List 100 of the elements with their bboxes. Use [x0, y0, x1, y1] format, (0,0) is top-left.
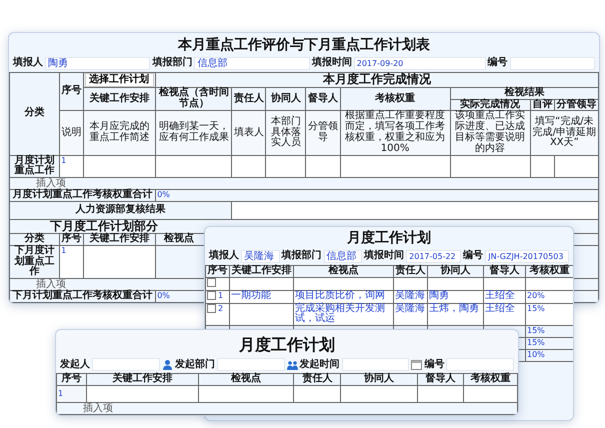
note-text: 填写“完成/未完成/申请延期XX天” [530, 110, 598, 156]
input-field[interactable]: 2017-05-22 [406, 250, 462, 263]
column-header: 检视点 [198, 374, 294, 386]
input-field[interactable] [232, 155, 266, 178]
column-header: 分类 [10, 72, 60, 156]
input-field[interactable] [554, 155, 598, 178]
column-header: 考核权重 [464, 374, 518, 386]
field-label: 填报时间 [364, 250, 404, 262]
table-cell: 项目比质比价，询网 [295, 290, 385, 301]
input-field[interactable] [306, 155, 340, 178]
section-title: 下月度工作计划部分 [50, 218, 158, 233]
input-field[interactable]: JN-GZJH-20170503 [485, 250, 569, 263]
column-header: 协同人 [266, 87, 306, 111]
column-header: 考核权重 [340, 87, 450, 111]
note-text: 本部门具体落实人员 [266, 110, 306, 156]
input-field[interactable] [464, 385, 518, 402]
column-header: 自评 [530, 99, 554, 111]
section-title: 本月度工作完成情况 [156, 72, 598, 88]
insert-link[interactable]: 插入项 [83, 402, 113, 414]
column-header: 检视点（含时间节点） [156, 87, 232, 111]
input-field[interactable] [266, 155, 306, 178]
table-cell: 15% [527, 338, 545, 347]
column-header: 序号 [60, 233, 84, 246]
table-cell: 王炜，陶勇 [429, 302, 479, 314]
column-header: 序号 [206, 265, 230, 278]
field-label: 编号 [463, 250, 484, 262]
table-cell: 15% [527, 326, 545, 336]
input-field[interactable] [450, 155, 530, 178]
input-field[interactable] [340, 155, 450, 178]
note-text: 本月应完成的重点工作简述 [84, 110, 156, 156]
group-icon[interactable] [286, 359, 298, 370]
input-field[interactable] [530, 155, 554, 178]
column-header: 督导人 [306, 87, 340, 111]
field-label: 填报部门 [152, 57, 192, 70]
table-cell: 王绍全 [485, 302, 515, 314]
field-label: 填报人 [209, 250, 239, 262]
field-label: 填报时间 [312, 57, 352, 70]
total-value: 0% [157, 190, 170, 200]
input-field[interactable]: 信息部 [194, 56, 310, 70]
note-text: 明确到某一天，应有何工作成果 [156, 110, 232, 156]
input-field[interactable] [294, 385, 341, 402]
row-label: 月度计划重点工作 [10, 155, 60, 178]
input-field[interactable] [232, 201, 598, 220]
total-value: 0% [157, 291, 170, 300]
column-header: 责任人 [394, 265, 428, 278]
column-header: 考核权重 [526, 265, 573, 278]
input-field[interactable]: 吴隆海 [241, 250, 280, 263]
form-title: 本月重点工作评价与下月重点工作计划表 [176, 36, 431, 55]
insert-link[interactable]: 插入项 [36, 279, 66, 290]
input-field[interactable] [84, 245, 156, 279]
select-plan-button[interactable]: 选择工作计划 [85, 72, 154, 87]
column-header: 检视点 [294, 265, 394, 278]
field-label: 发起人 [60, 358, 90, 371]
input-field[interactable] [156, 155, 232, 178]
total-label: 月度计划重点工作考核权重合计 [10, 190, 156, 202]
table-cell: 完成采购相关开发测试，试运 [295, 302, 385, 324]
note-text: 根据重点工作重要程度而定，填写各项工作考核权重，权重之和应为100% [340, 110, 450, 156]
column-header: 关键工作安排 [86, 374, 199, 386]
total-label: 下月计划重点工作考核权重合计 [10, 290, 156, 302]
field-label: 发起时间 [300, 358, 340, 371]
field-label: 填报部门 [282, 250, 322, 262]
column-header: 分管领导 [554, 99, 598, 111]
form-title: 月度工作计划 [238, 334, 336, 356]
column-header: 督导人 [417, 374, 464, 386]
insert-link[interactable]: 插入项 [36, 178, 66, 190]
column-header: 协同人 [340, 374, 418, 386]
column-header: 关键工作安排 [84, 87, 156, 111]
field-label: 编号 [424, 358, 444, 371]
column-header: 实际完成情况 [450, 99, 530, 111]
table-cell: 王绍全 [485, 290, 515, 301]
table-cell: 15% [527, 304, 545, 313]
table-cell: 陶勇 [429, 290, 449, 301]
note-text: 该项重点工作实际进度、已达成目标等需要说明的内容 [450, 110, 530, 156]
column-header: 序号 [56, 374, 87, 386]
column-header: 分类 [10, 233, 60, 246]
input-field[interactable] [86, 385, 199, 402]
input-field[interactable] [417, 385, 464, 402]
column-header: 协同人 [428, 265, 484, 278]
input-field[interactable] [84, 155, 156, 178]
column-header: 督导人 [484, 265, 526, 278]
input-field[interactable]: 2017-09-20 [354, 56, 486, 70]
calendar-icon[interactable] [411, 359, 422, 370]
column-header: 责任人 [232, 87, 266, 111]
field-label: 填报人 [13, 57, 43, 70]
input-field[interactable] [340, 385, 418, 402]
table-cell: 吴隆海 [395, 302, 425, 314]
field-label: 发起部门 [174, 358, 215, 371]
input-field[interactable]: 信息部 [324, 250, 362, 263]
input-field[interactable]: 陶勇 [45, 56, 150, 70]
row-number: 1 [218, 290, 224, 300]
input-field[interactable] [198, 385, 294, 402]
form-title: 月度工作计划 [346, 228, 432, 248]
table-cell: 一期功能 [231, 290, 271, 301]
review-label: 人力资源部复核结果 [10, 201, 232, 220]
person-icon[interactable] [162, 359, 173, 370]
table-cell: 20% [527, 290, 545, 300]
row-label: 说明 [60, 110, 84, 156]
table-cell: 10% [527, 350, 545, 359]
column-header: 责任人 [294, 374, 341, 386]
row-label: 下月度计划重点工作 [10, 245, 60, 279]
